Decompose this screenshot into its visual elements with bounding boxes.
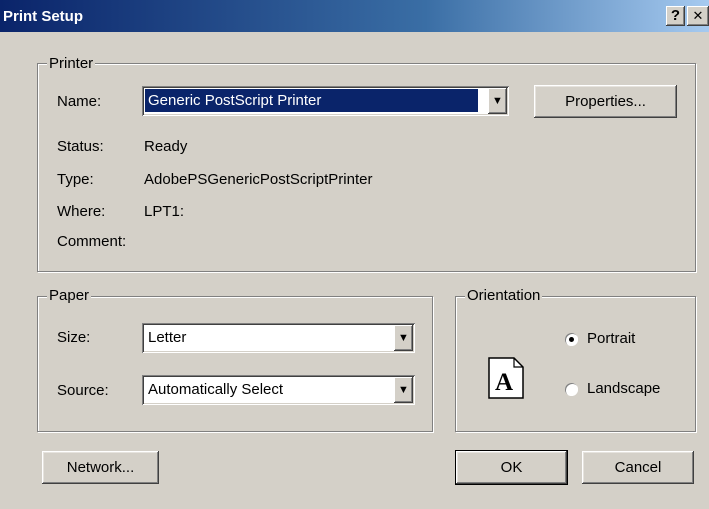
status-label: Status:: [57, 138, 104, 155]
comment-label: Comment:: [57, 233, 127, 250]
printer-name-combobox[interactable]: Generic PostScript Printer ▼: [142, 86, 509, 116]
paper-legend: Paper: [47, 287, 92, 304]
paper-source-combobox[interactable]: Automatically Select ▼: [142, 375, 415, 405]
paper-source-dropdown-button[interactable]: ▼: [394, 377, 413, 403]
question-icon: ?: [670, 7, 681, 24]
paper-groupbox: [37, 296, 433, 432]
chevron-down-icon: ▼: [492, 95, 503, 107]
printer-name-label: Name:: [57, 93, 102, 110]
help-button[interactable]: ?: [666, 6, 685, 26]
portrait-label[interactable]: Portrait: [587, 330, 635, 348]
title-bar: Print Setup ? ✕: [0, 0, 709, 32]
status-value: Ready: [144, 138, 188, 155]
printer-name-dropdown-button[interactable]: ▼: [488, 88, 507, 114]
orientation-legend: Orientation: [465, 287, 543, 304]
where-label: Where:: [57, 203, 106, 220]
landscape-radio[interactable]: [565, 383, 578, 396]
paper-size-dropdown-button[interactable]: ▼: [394, 325, 413, 351]
paper-source-value: Automatically Select: [148, 381, 284, 398]
paper-size-combobox[interactable]: Letter ▼: [142, 323, 415, 353]
where-value: LPT1:: [144, 203, 185, 220]
paper-size-value: Letter: [148, 329, 187, 346]
chevron-down-icon: ▼: [398, 384, 409, 396]
page-portrait-icon: A: [488, 357, 524, 399]
chevron-down-icon: ▼: [398, 332, 409, 344]
portrait-radio[interactable]: [565, 333, 578, 346]
printer-name-value: Generic PostScript Printer: [145, 89, 478, 112]
landscape-label[interactable]: Landscape: [587, 380, 660, 398]
source-label: Source:: [57, 382, 109, 399]
radio-selected-dot: [569, 337, 574, 342]
size-label: Size:: [57, 329, 91, 346]
printer-legend: Printer: [47, 55, 96, 72]
type-label: Type:: [57, 171, 94, 188]
ok-button[interactable]: OK: [455, 450, 568, 485]
cancel-button[interactable]: Cancel: [582, 451, 694, 484]
properties-button[interactable]: Properties...: [534, 85, 677, 118]
network-button[interactable]: Network...: [42, 451, 159, 484]
close-icon: ✕: [692, 8, 704, 23]
close-button[interactable]: ✕: [687, 6, 709, 26]
page-preview-letter: A: [495, 369, 513, 396]
type-value: AdobePSGenericPostScriptPrinter: [144, 171, 373, 188]
window-title: Print Setup: [3, 8, 84, 25]
